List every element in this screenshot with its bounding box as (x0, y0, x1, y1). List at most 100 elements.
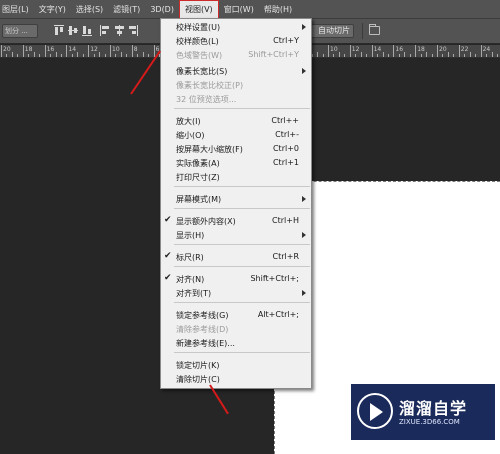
options-separator (362, 23, 363, 39)
ruler-minor-tick (71, 54, 73, 57)
auto-slice-button[interactable]: 自动切片 (308, 24, 354, 38)
menu-item-shortcut: Ctrl++ (271, 116, 299, 125)
ruler-minor-tick (447, 52, 449, 57)
watermark-brand: 溜溜自学 (399, 399, 468, 418)
ruler-minor-tick (344, 54, 346, 57)
ruler-major-tick (437, 45, 438, 57)
slice-divide-select[interactable]: 划分 ... (2, 24, 38, 38)
ruler-label: 10 (112, 46, 120, 53)
menu-3d[interactable]: 3D(D) (145, 0, 179, 19)
view-menu-item[interactable]: 按屏幕大小缩放(F) Ctrl+0 (161, 142, 311, 156)
ruler-minor-tick (33, 52, 35, 57)
align-top-icon[interactable] (54, 25, 64, 36)
menu-view[interactable]: 视图(V) (178, 0, 219, 19)
ruler-minor-tick (453, 54, 455, 57)
view-menu-item[interactable]: 校样颜色(L) Ctrl+Y (161, 34, 311, 48)
align-right-icon[interactable] (128, 25, 138, 36)
view-menu-item[interactable]: 清除参考线(D) (161, 322, 311, 336)
ruler-major-tick (22, 45, 24, 57)
ruler-label: 8 (133, 46, 138, 53)
menu-item-shortcut: Ctrl+Y (273, 36, 299, 45)
ruler-major-tick (458, 45, 460, 57)
ruler-label: 14 (373, 46, 382, 53)
menu-item-shortcut: Ctrl+0 (272, 144, 299, 153)
watermark: 溜溜自学 ZIXUE.3D66.COM (351, 384, 495, 440)
menu-filter[interactable]: 滤镜(T) (108, 0, 145, 19)
menu-item-label: 锁定参考线(G) (176, 311, 229, 320)
checkmark-icon: ✔ (164, 215, 172, 225)
menu-item-shortcut: Ctrl+1 (272, 158, 299, 167)
ruler-label: 20 (439, 46, 447, 53)
view-menu-item[interactable]: 像素长宽比(S) (161, 64, 311, 78)
view-menu-item[interactable]: 对齐到(T) (161, 286, 311, 300)
ruler-minor-tick (475, 54, 477, 57)
view-menu-item[interactable]: 锁定参考线(G) Alt+Ctrl+; (161, 308, 311, 322)
view-menu-item[interactable]: 清除切片(C) (161, 372, 311, 386)
view-menu-item[interactable]: 色域警告(W) Shift+Ctrl+Y (161, 48, 311, 62)
ruler-label: 10 (330, 46, 338, 53)
align-hcenter-icon[interactable] (114, 25, 124, 36)
ruler-minor-tick (120, 52, 122, 57)
menu-item-label: 显示额外内容(X) (176, 217, 236, 226)
menu-item-label: 按屏幕大小缩放(F) (176, 145, 243, 154)
ruler-label: 22 (460, 46, 469, 53)
ruler-label: 12 (351, 46, 360, 53)
menu-window[interactable]: 窗口(W) (219, 0, 259, 19)
ruler-minor-tick (50, 54, 52, 57)
view-menu-item[interactable]: 屏幕模式(M) (161, 192, 311, 206)
view-menu-item[interactable]: 像素长宽比校正(P) (161, 78, 311, 92)
view-menu-item[interactable]: ✔ 对齐(N) Shift+Ctrl+; (161, 272, 311, 286)
ruler-major-tick (1, 45, 2, 57)
view-menu-item[interactable]: 实际像素(A) Ctrl+1 (161, 156, 311, 170)
menu-type[interactable]: 文字(Y) (34, 0, 71, 19)
view-menu-item[interactable]: ✔ 标尺(R) Ctrl+R (161, 250, 311, 264)
menu-select[interactable]: 选择(S) (71, 0, 108, 19)
align-vcenter-icon[interactable] (68, 25, 78, 36)
ruler-major-tick (349, 45, 351, 57)
menu-item-label: 屏幕模式(M) (176, 195, 222, 204)
menu-item-shortcut: Ctrl+- (275, 130, 299, 139)
checkmark-icon: ✔ (164, 273, 172, 283)
ruler-minor-tick (420, 54, 422, 57)
align-bottom-icon[interactable] (82, 25, 92, 36)
menu-layer[interactable]: 图层(L) (0, 0, 34, 19)
view-menu-item[interactable]: 显示(H) (161, 228, 311, 242)
ruler-major-tick (480, 45, 482, 57)
view-menu-item[interactable]: 放大(I) Ctrl++ (161, 114, 311, 128)
ruler-label: 20 (3, 46, 11, 53)
ruler-minor-tick (99, 52, 101, 57)
align-left-icon[interactable] (100, 25, 110, 36)
menu-item-label: 锁定切片(K) (176, 361, 220, 370)
view-menu-item[interactable]: 校样设置(U) (161, 20, 311, 34)
menu-item-label: 清除参考线(D) (176, 325, 229, 334)
menu-item-label: 打印尺寸(Z) (176, 173, 220, 182)
menu-divider (174, 302, 310, 303)
ruler-label: 14 (68, 46, 77, 53)
ruler-major-tick (131, 45, 133, 57)
ruler-minor-tick (317, 52, 319, 57)
menu-item-label: 32 位预览选项... (176, 95, 237, 104)
view-menu-item[interactable]: ✔ 显示额外内容(X) Ctrl+H (161, 214, 311, 228)
ruler-minor-tick (82, 54, 84, 57)
ruler-minor-tick (39, 54, 41, 57)
view-menu-item[interactable]: 新建参考线(E)... (161, 336, 311, 350)
ruler-minor-tick (409, 54, 411, 57)
menu-help[interactable]: 帮助(H) (259, 0, 297, 19)
ruler-minor-tick (404, 52, 406, 57)
ruler-minor-tick (491, 52, 493, 57)
menu-item-shortcut: Ctrl+R (272, 252, 300, 261)
ruler-minor-tick (382, 52, 384, 57)
menu-item-label: 新建参考线(E)... (176, 339, 235, 348)
view-menu-item[interactable]: 打印尺寸(Z) (161, 170, 311, 184)
view-menu-item[interactable]: 32 位预览选项... (161, 92, 311, 106)
ruler-minor-tick (464, 54, 466, 57)
menu-item-shortcut: Shift+Ctrl+Y (248, 50, 299, 59)
ruler-label: 24 (482, 46, 491, 53)
ruler-minor-tick (426, 52, 428, 57)
view-menu-item[interactable]: 缩小(O) Ctrl+- (161, 128, 311, 142)
hide-auto-slices-icon[interactable] (369, 24, 380, 35)
view-menu-item[interactable]: 锁定切片(K) (161, 358, 311, 372)
ruler-label: 18 (24, 46, 33, 53)
ruler-minor-tick (142, 52, 144, 57)
play-logo-icon (357, 393, 393, 429)
